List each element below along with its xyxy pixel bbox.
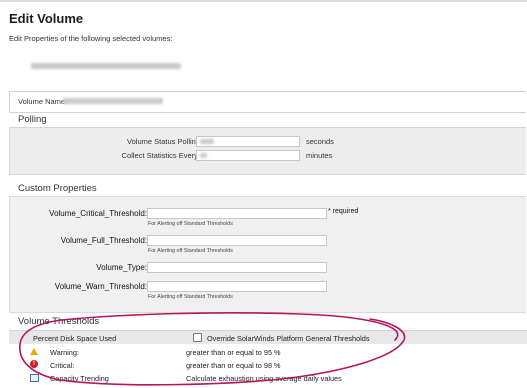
volume-name-label: Volume Name: bbox=[18, 97, 68, 106]
volume-type-input[interactable] bbox=[147, 262, 327, 273]
volume-name-value-redacted[interactable] bbox=[63, 98, 163, 104]
custom-properties-panel: Volume_Critical_Threshold: * required Fo… bbox=[9, 196, 526, 313]
capacity-trending-label: Capacity Trending bbox=[50, 374, 109, 383]
polling-section-title: Polling bbox=[18, 114, 47, 125]
warn-threshold-label: Volume_Warn_Threshold: bbox=[54, 282, 147, 291]
status-polling-unit: seconds bbox=[306, 137, 334, 146]
critical-threshold-label: Volume_Critical_Threshold: bbox=[49, 209, 147, 218]
collect-statistics-input[interactable] bbox=[196, 150, 300, 161]
selected-volume-redacted bbox=[31, 63, 181, 69]
warn-threshold-hint: For Alerting off Standard Thresholds bbox=[148, 294, 233, 300]
collect-statistics-value-redacted bbox=[200, 153, 207, 158]
status-polling-input[interactable] bbox=[196, 136, 300, 147]
collect-statistics-label: Collect Statistics Every: bbox=[121, 151, 200, 160]
full-threshold-input[interactable] bbox=[147, 235, 327, 246]
page-title: Edit Volume bbox=[9, 11, 84, 26]
required-marker: * required bbox=[328, 208, 359, 215]
capacity-trending-value: Calculate exhaustion using average daily… bbox=[186, 374, 342, 383]
warn-threshold-input[interactable] bbox=[147, 281, 327, 292]
volume-thresholds-title: Volume Thresholds bbox=[18, 316, 100, 327]
polling-panel: Volume Status Polling seconds Collect St… bbox=[9, 127, 526, 175]
critical-label: Critical: bbox=[50, 361, 75, 370]
percent-disk-label: Percent Disk Space Used bbox=[33, 334, 117, 343]
status-polling-value-redacted bbox=[200, 139, 214, 144]
volume-type-label: Volume_Type: bbox=[96, 263, 147, 272]
override-thresholds-label[interactable]: Override SolarWinds Platform General Thr… bbox=[207, 334, 370, 343]
warning-value: greater than or equal to 95 % bbox=[186, 348, 281, 357]
page-subtitle: Edit Properties of the following selecte… bbox=[9, 34, 173, 43]
custom-properties-title: Custom Properties bbox=[18, 183, 97, 194]
threshold-row-capacity: Capacity Trending Calculate exhaustion u… bbox=[9, 373, 527, 384]
volume-name-row: Volume Name: bbox=[9, 91, 526, 113]
full-threshold-hint: For Alerting off Standard Thresholds bbox=[148, 248, 233, 254]
collect-statistics-unit: minutes bbox=[306, 151, 333, 160]
threshold-row-warning: Warning: greater than or equal to 95 % bbox=[9, 347, 527, 358]
status-polling-label: Volume Status Polling bbox=[127, 137, 200, 146]
warning-label: Warning: bbox=[50, 348, 79, 357]
critical-value: greater than or equal to 98 % bbox=[186, 361, 281, 370]
override-thresholds-checkbox[interactable] bbox=[193, 333, 202, 342]
top-divider bbox=[0, 0, 527, 2]
critical-threshold-hint: For Alerting off Standard Thresholds bbox=[148, 221, 233, 227]
full-threshold-label: Volume_Full_Threshold: bbox=[60, 236, 147, 245]
critical-icon: ! bbox=[30, 360, 38, 368]
chart-icon bbox=[30, 374, 39, 382]
thresholds-header-row: Percent Disk Space Used Override SolarWi… bbox=[9, 330, 527, 344]
threshold-row-critical: ! Critical: greater than or equal to 98 … bbox=[9, 360, 527, 371]
warning-icon bbox=[30, 348, 38, 355]
critical-threshold-input[interactable] bbox=[147, 208, 327, 219]
